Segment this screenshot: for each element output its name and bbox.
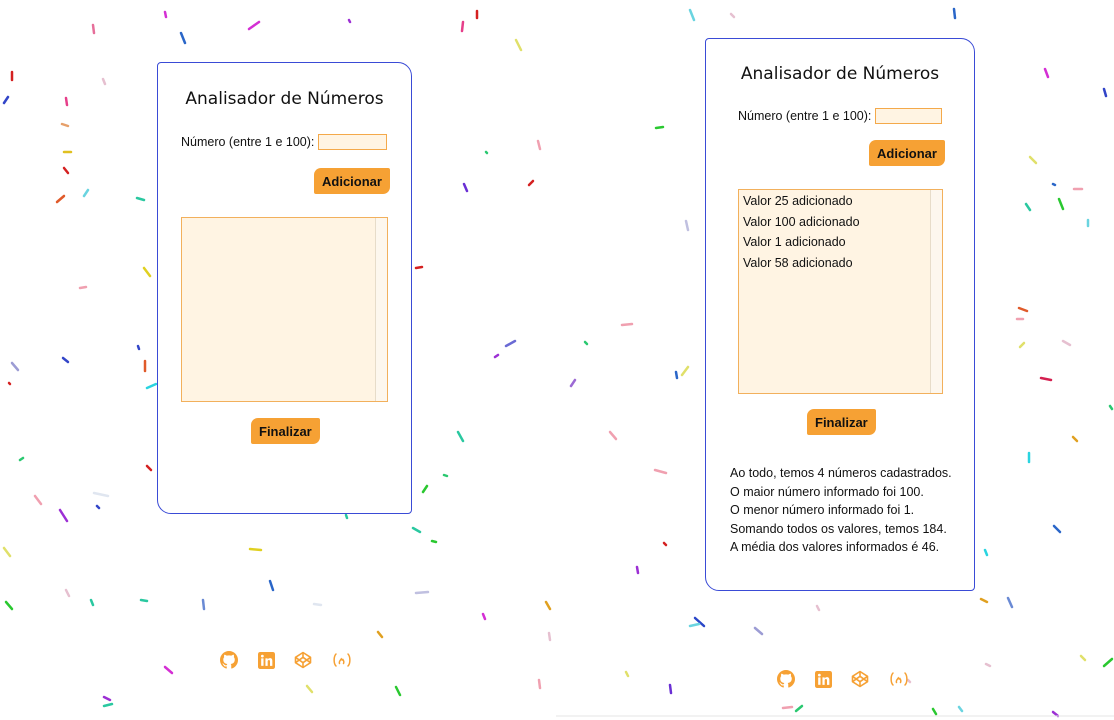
social-links-right	[777, 670, 929, 688]
analyzer-panel-left: Analisador de Números Número (entre 1 e …	[157, 62, 412, 514]
values-listbox[interactable]	[181, 217, 388, 402]
number-label: Número (entre 1 e 100):	[181, 135, 315, 149]
social-links-left	[220, 651, 372, 669]
number-row: Número (entre 1 e 100):	[181, 134, 388, 150]
result-line: Somando todos os valores, temos 184.	[730, 521, 947, 536]
linkedin-icon[interactable]	[814, 670, 832, 688]
codepen-icon[interactable]	[851, 670, 869, 688]
panel-title: Analisador de Números	[185, 89, 384, 109]
results-text: Ao todo, temos 4 números cadastrados. O m…	[730, 464, 952, 557]
number-input[interactable]	[318, 134, 388, 150]
listbox-scrollbar[interactable]	[375, 218, 387, 401]
values-listbox[interactable]: Valor 25 adicionado Valor 100 adicionado V…	[738, 189, 943, 394]
number-row: Número (entre 1 e 100):	[738, 108, 943, 124]
list-option[interactable]: Valor 100 adicionado	[739, 212, 942, 233]
result-line: O menor número informado foi 1.	[730, 503, 915, 517]
freecodecamp-icon[interactable]	[331, 651, 353, 669]
freecodecamp-icon[interactable]	[888, 670, 910, 688]
linkedin-icon[interactable]	[257, 651, 275, 669]
finish-button[interactable]: Finalizar	[251, 418, 320, 444]
github-icon[interactable]	[220, 651, 238, 669]
result-line: A média dos valores informados é 46.	[730, 540, 940, 554]
list-option[interactable]: Valor 58 adicionado	[739, 253, 942, 274]
add-button[interactable]: Adicionar	[314, 168, 390, 194]
analyzer-panel-right: Analisador de Números Número (entre 1 e …	[705, 38, 975, 591]
number-input[interactable]	[875, 108, 943, 124]
list-option[interactable]: Valor 25 adicionado	[739, 191, 942, 212]
add-button[interactable]: Adicionar	[869, 140, 945, 166]
list-option[interactable]: Valor 1 adicionado	[739, 232, 942, 253]
codepen-icon[interactable]	[294, 651, 312, 669]
result-line: O maior número informado foi 100.	[730, 484, 924, 499]
github-icon[interactable]	[777, 670, 795, 688]
number-label: Número (entre 1 e 100):	[738, 109, 872, 123]
panel-title: Analisador de Números	[740, 64, 940, 84]
listbox-scrollbar[interactable]	[930, 190, 942, 393]
result-line: Ao todo, temos 4 números cadastrados.	[730, 466, 952, 480]
finish-button[interactable]: Finalizar	[807, 409, 876, 435]
